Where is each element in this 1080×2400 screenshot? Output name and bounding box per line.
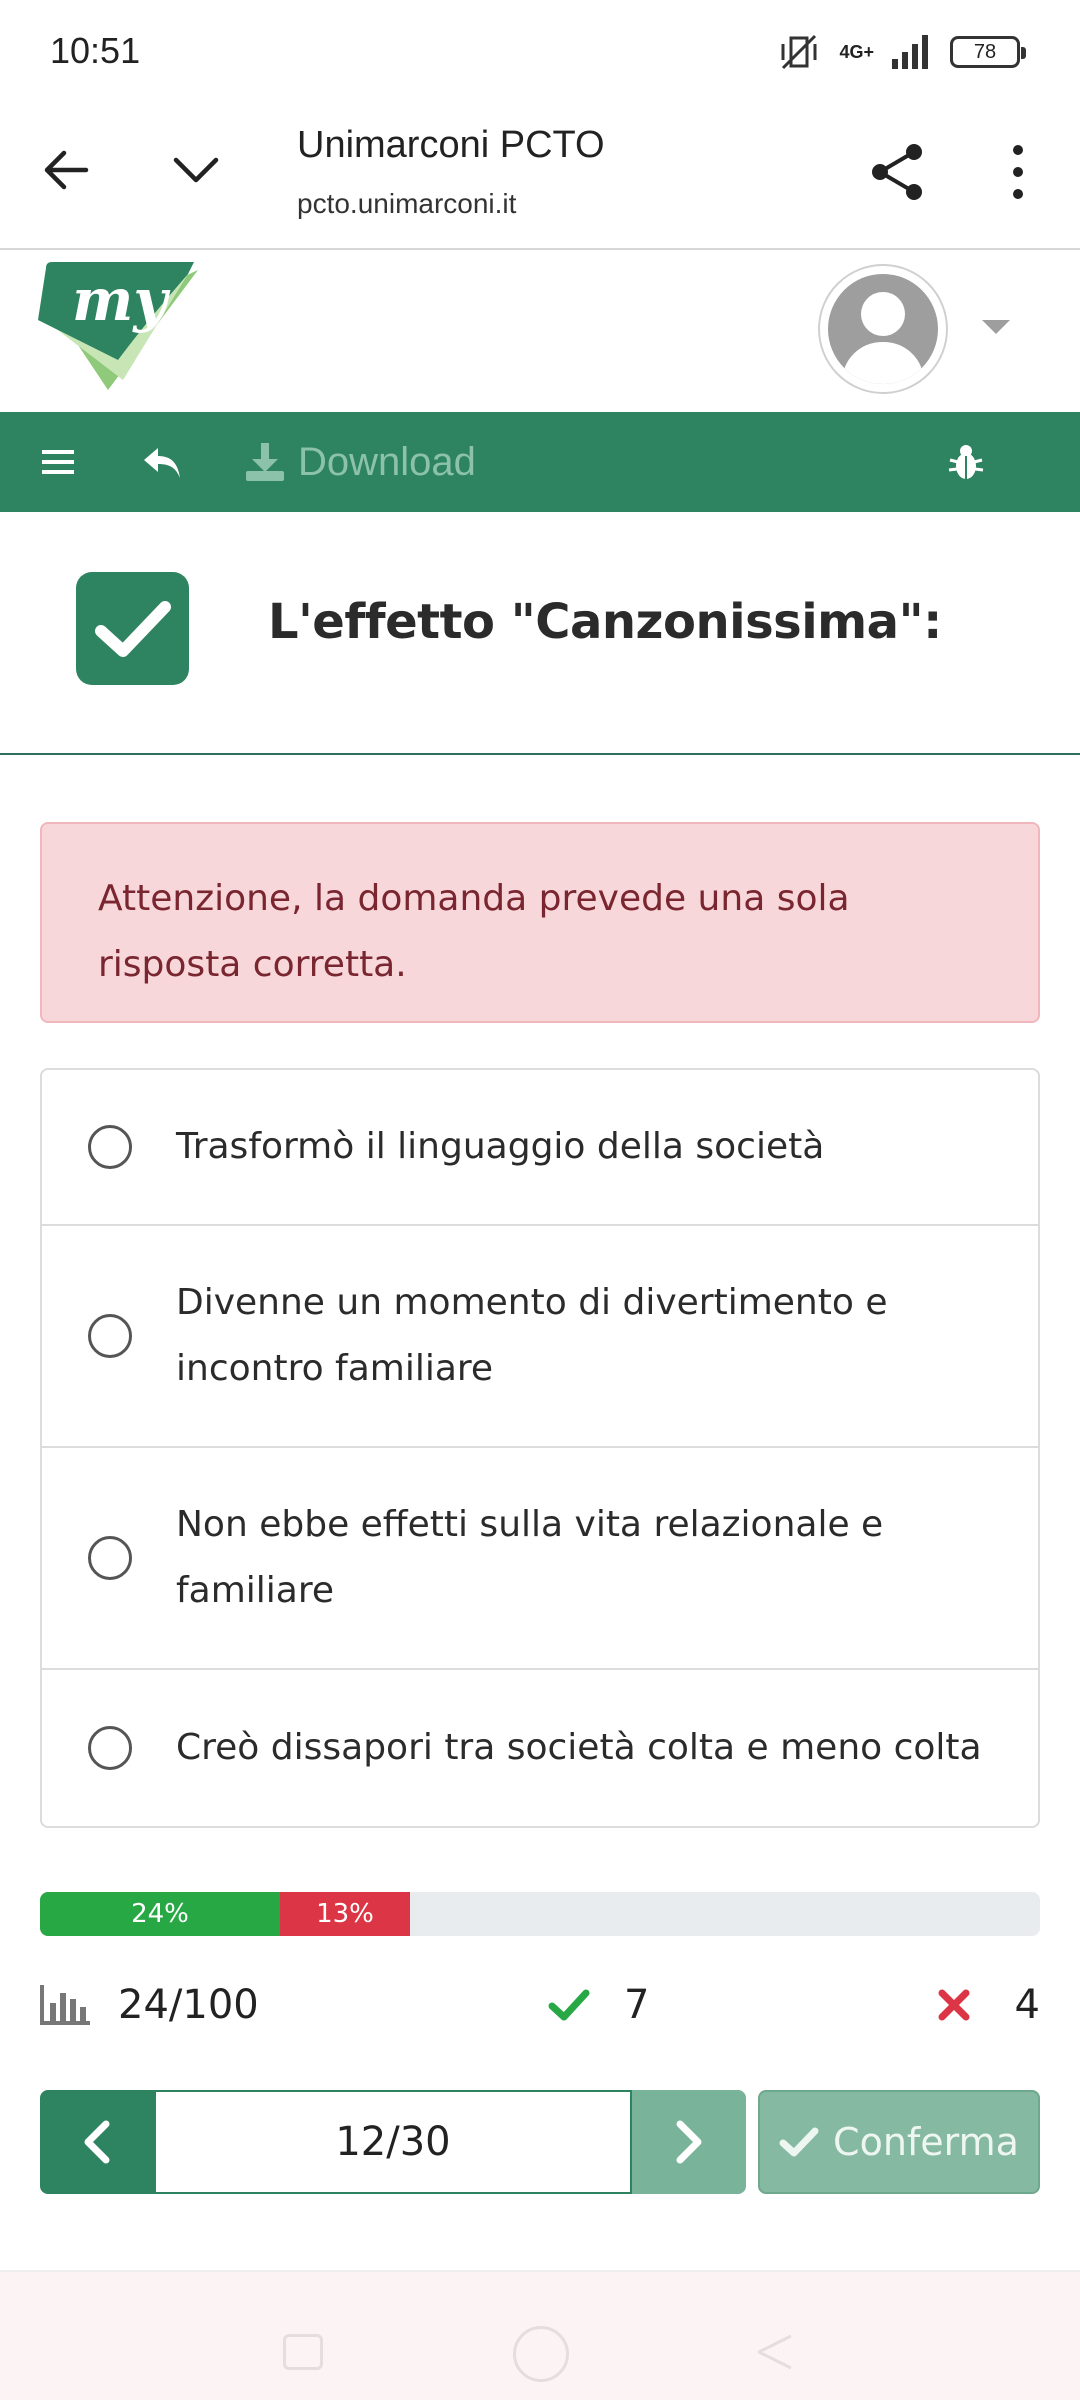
app-header: my [0,250,1080,412]
progress-correct-label: 24% [131,1899,189,1929]
confirm-button[interactable]: Conferma [758,2090,1040,2194]
radio-button[interactable] [88,1125,132,1169]
wrong-count: 4 [1014,1982,1040,2028]
user-menu-caret-icon[interactable] [982,320,1010,334]
logo-text: my [72,266,171,334]
menu-icon[interactable] [40,444,76,480]
radio-button[interactable] [88,1536,132,1580]
cross-icon [938,1989,970,2021]
confirm-label: Conferma [833,2120,1019,2164]
page-title: Unimarconi PCTO [297,124,605,166]
answer-option[interactable]: Trasformò il linguaggio della società [42,1070,1038,1226]
question-check-icon [76,572,189,685]
share-icon[interactable] [866,140,930,204]
home-icon[interactable] [513,2326,569,2382]
check-icon [779,2127,819,2157]
radio-button[interactable] [88,1314,132,1358]
correct-stat: 7 [548,1982,649,2028]
battery-icon: 78 [950,36,1026,68]
question-navigation: 12/30 Conferma [40,2090,1040,2194]
answer-option-label: Trasformò il linguaggio della società [176,1126,825,1167]
progress-wrong-segment: 13% [280,1892,410,1936]
progress-wrong-label: 13% [316,1899,374,1929]
wrong-stat: 4 [937,1982,1040,2028]
my-logo[interactable]: my [38,260,198,390]
answer-option-label: Creò dissapori tra società colta e meno … [176,1727,982,1768]
reply-icon[interactable] [140,440,184,484]
page-url[interactable]: pcto.unimarconi.it [297,188,516,220]
correct-count: 7 [624,1982,650,2028]
answer-options: Trasformò il linguaggio della società Di… [40,1068,1040,1828]
answer-option-label: Non ebbe effetti sulla vita relazionale … [176,1504,884,1611]
system-navigation-bar [0,2270,1080,2400]
app-toolbar: Download [0,412,1080,512]
chevron-left-icon [84,2120,110,2164]
user-avatar[interactable] [818,264,948,394]
radio-button[interactable] [88,1726,132,1770]
battery-level: 78 [973,40,997,63]
status-icons: 4G+ 78 [777,30,1026,74]
next-question-button[interactable] [632,2090,746,2194]
status-bar: 10:51 4G+ 78 [0,0,1080,104]
answer-option[interactable]: Non ebbe effetti sulla vita relazionale … [42,1448,1038,1670]
bug-icon[interactable] [946,442,986,482]
answer-option-label: Divenne un momento di divertimento e inc… [176,1282,888,1389]
question-header: L'effetto "Canzonissima": [0,512,1080,755]
page-indicator-value: 12/30 [335,2119,451,2165]
score-value: 24/100 [118,1982,259,2028]
previous-question-button[interactable] [40,2090,154,2194]
score-stat: 24/100 [40,1982,259,2028]
download-icon [246,443,284,481]
check-icon [548,1989,590,2021]
download-label: Download [298,439,476,484]
more-options-icon[interactable] [1000,140,1036,204]
bar-chart-icon [40,1985,90,2025]
recent-apps-icon[interactable] [283,2334,323,2370]
download-button[interactable]: Download [244,436,476,488]
chevron-right-icon [676,2120,702,2164]
answer-option[interactable]: Divenne un momento di divertimento e inc… [42,1226,1038,1448]
status-time: 10:51 [50,30,141,71]
score-progress-bar: 24% 13% [40,1892,1040,1936]
progress-correct-segment: 24% [40,1892,280,1936]
back-arrow-icon[interactable] [36,140,96,200]
single-answer-alert: Attenzione, la domanda prevede una sola … [40,822,1040,1023]
question-title: L'effetto "Canzonissima": [268,594,942,650]
user-icon [828,274,938,384]
answer-option[interactable]: Creò dissapori tra società colta e meno … [42,1670,1038,1826]
browser-toolbar: Unimarconi PCTO pcto.unimarconi.it [0,104,1080,250]
page-indicator[interactable]: 12/30 [154,2090,632,2194]
signal-icon [892,35,928,69]
network-type: 4G+ [839,42,874,62]
system-back-icon[interactable] [755,2332,795,2372]
quiz-stats: 24/100 7 4 [40,1982,1040,2042]
chevron-down-icon[interactable] [166,140,226,200]
vibrate-off-icon [781,34,817,70]
